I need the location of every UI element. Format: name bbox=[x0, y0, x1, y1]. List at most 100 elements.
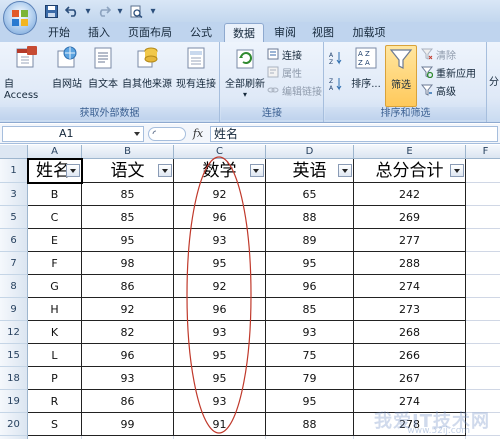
cell-chinese[interactable]: 82 bbox=[82, 321, 174, 344]
header-cell-chinese[interactable]: 语文 bbox=[82, 159, 174, 183]
cell-chinese[interactable]: 93 bbox=[82, 367, 174, 390]
cell-math[interactable]: 95 bbox=[174, 252, 266, 275]
row-header-12[interactable]: 12 bbox=[0, 321, 28, 344]
tab-view[interactable]: 视图 bbox=[306, 23, 340, 42]
column-header-e[interactable]: E bbox=[354, 145, 466, 159]
redo-dropdown-icon[interactable]: ▾ bbox=[116, 3, 124, 19]
save-icon[interactable] bbox=[42, 3, 60, 19]
row-header-5[interactable]: 5 bbox=[0, 206, 28, 229]
undo-icon[interactable] bbox=[63, 3, 81, 19]
tab-formulas[interactable]: 公式 bbox=[184, 23, 218, 42]
cell-math[interactable]: 93 bbox=[174, 390, 266, 413]
sort-button[interactable]: A ZZ A 排序... bbox=[349, 45, 383, 90]
cell-chinese[interactable]: 95 bbox=[82, 229, 174, 252]
empty-cell[interactable] bbox=[466, 252, 500, 275]
cell-total[interactable]: 269 bbox=[354, 206, 466, 229]
cell-name[interactable]: C bbox=[28, 206, 82, 229]
name-box-dropdown-icon[interactable] bbox=[134, 132, 140, 136]
partial-group-label[interactable]: 分 bbox=[489, 72, 499, 88]
tab-data[interactable]: 数据 bbox=[224, 23, 264, 42]
cell-name[interactable]: P bbox=[28, 367, 82, 390]
print-preview-icon[interactable] bbox=[127, 3, 145, 19]
office-button[interactable] bbox=[3, 1, 37, 35]
empty-cell[interactable] bbox=[466, 321, 500, 344]
from-text-button[interactable]: 自文本 bbox=[86, 45, 120, 90]
filter-dropdown-icon[interactable] bbox=[338, 164, 352, 177]
filter-dropdown-icon[interactable] bbox=[66, 164, 80, 177]
empty-cell[interactable] bbox=[466, 344, 500, 367]
undo-dropdown-icon[interactable]: ▾ bbox=[84, 3, 92, 19]
refresh-all-dropdown-icon[interactable]: ▾ bbox=[243, 90, 247, 99]
cell-chinese[interactable]: 85 bbox=[82, 206, 174, 229]
cell-total[interactable]: 288 bbox=[354, 252, 466, 275]
cell-chinese[interactable]: 92 bbox=[82, 298, 174, 321]
cell-math[interactable]: 92 bbox=[174, 275, 266, 298]
reapply-button[interactable]: 重新应用 bbox=[421, 64, 476, 80]
cell-chinese[interactable]: 98 bbox=[82, 252, 174, 275]
cell-chinese[interactable]: 96 bbox=[82, 344, 174, 367]
cell-english[interactable]: 79 bbox=[266, 367, 354, 390]
cell-name[interactable]: L bbox=[28, 344, 82, 367]
select-all-corner[interactable] bbox=[0, 145, 28, 159]
empty-cell[interactable] bbox=[466, 275, 500, 298]
header-cell-name[interactable]: 姓名 bbox=[28, 159, 82, 183]
column-header-b[interactable]: B bbox=[82, 145, 174, 159]
row-header-9[interactable]: 9 bbox=[0, 298, 28, 321]
cell-english[interactable]: 96 bbox=[266, 275, 354, 298]
cell-total[interactable]: 277 bbox=[354, 229, 466, 252]
row-header-8[interactable]: 8 bbox=[0, 275, 28, 298]
empty-cell[interactable] bbox=[466, 159, 500, 183]
row-header-6[interactable]: 6 bbox=[0, 229, 28, 252]
cell-chinese[interactable]: 86 bbox=[82, 275, 174, 298]
formula-input[interactable]: 姓名 bbox=[210, 126, 498, 142]
filter-button[interactable]: 筛选 bbox=[385, 45, 417, 107]
empty-cell[interactable] bbox=[466, 229, 500, 252]
from-other-sources-button[interactable]: 自其他来源 bbox=[122, 45, 172, 90]
formula-bar-toggle[interactable] bbox=[148, 127, 186, 141]
empty-cell[interactable] bbox=[466, 367, 500, 390]
filter-dropdown-icon[interactable] bbox=[450, 164, 464, 177]
empty-cell[interactable] bbox=[466, 183, 500, 206]
cell-english[interactable]: 88 bbox=[266, 413, 354, 436]
cell-total[interactable]: 274 bbox=[354, 275, 466, 298]
row-header-19[interactable]: 19 bbox=[0, 390, 28, 413]
tab-insert[interactable]: 插入 bbox=[82, 23, 116, 42]
cell-chinese[interactable]: 86 bbox=[82, 390, 174, 413]
tab-review[interactable]: 审阅 bbox=[268, 23, 302, 42]
cell-english[interactable]: 75 bbox=[266, 344, 354, 367]
cell-math[interactable]: 95 bbox=[174, 344, 266, 367]
cell-name[interactable]: H bbox=[28, 298, 82, 321]
sort-descending-button[interactable]: ZA bbox=[329, 76, 343, 92]
row-header-20[interactable]: 20 bbox=[0, 413, 28, 436]
row-header-15[interactable]: 15 bbox=[0, 344, 28, 367]
filter-active-dropdown-icon[interactable] bbox=[250, 164, 264, 177]
filter-dropdown-icon[interactable] bbox=[158, 164, 172, 177]
advanced-filter-button[interactable]: 高级 bbox=[421, 82, 456, 98]
insert-function-icon[interactable]: fx bbox=[190, 126, 206, 142]
name-box[interactable]: A1 bbox=[2, 126, 144, 142]
cell-math[interactable]: 93 bbox=[174, 229, 266, 252]
row-header-18[interactable]: 18 bbox=[0, 367, 28, 390]
from-web-button[interactable]: 自网站 bbox=[50, 45, 84, 90]
header-cell-math[interactable]: 数学 bbox=[174, 159, 266, 183]
column-header-f[interactable]: F bbox=[466, 145, 500, 159]
empty-cell[interactable] bbox=[466, 206, 500, 229]
cell-english[interactable]: 85 bbox=[266, 298, 354, 321]
cell-total[interactable]: 242 bbox=[354, 183, 466, 206]
cell-name[interactable]: G bbox=[28, 275, 82, 298]
existing-connections-button[interactable]: 现有连接 bbox=[174, 45, 218, 90]
clear-filter-button[interactable]: 清除 bbox=[421, 46, 456, 62]
spreadsheet-grid[interactable]: ABCDEF 1356789121518192022 姓名语文数学英语总分合计B… bbox=[0, 145, 500, 439]
row-header-1[interactable]: 1 bbox=[0, 159, 28, 183]
header-cell-total[interactable]: 总分合计 bbox=[354, 159, 466, 183]
customize-qat-icon[interactable]: ▾ bbox=[148, 3, 158, 19]
refresh-all-button[interactable]: 全部刷新 ▾ bbox=[223, 45, 267, 99]
cell-total[interactable]: 268 bbox=[354, 321, 466, 344]
cell-name[interactable]: B bbox=[28, 183, 82, 206]
cell-total[interactable]: 267 bbox=[354, 367, 466, 390]
tab-addins[interactable]: 加载项 bbox=[346, 23, 392, 42]
cell-english[interactable]: 95 bbox=[266, 390, 354, 413]
cell-math[interactable]: 95 bbox=[174, 367, 266, 390]
cell-english[interactable]: 93 bbox=[266, 321, 354, 344]
cell-total[interactable]: 266 bbox=[354, 344, 466, 367]
